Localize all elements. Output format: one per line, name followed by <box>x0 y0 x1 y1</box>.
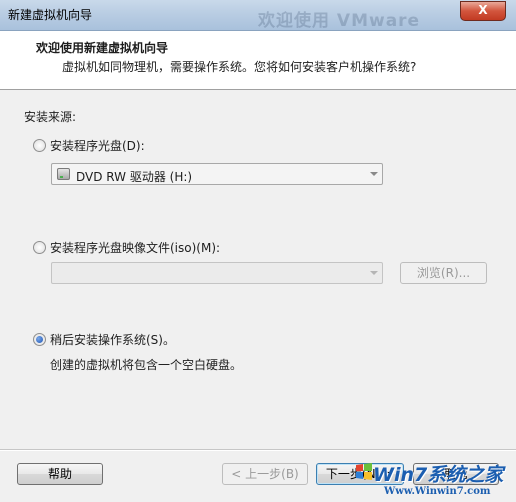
back-button[interactable]: < 上一步(B) <box>222 463 308 485</box>
background-window-title: 欢迎使用 VMware <box>258 11 421 31</box>
chevron-down-icon <box>370 271 378 275</box>
disc-drive-select[interactable]: DVD RW 驱动器 (H:) <box>51 163 383 185</box>
later-note: 创建的虚拟机将包含一个空白硬盘。 <box>50 358 243 372</box>
later-option-label[interactable]: 稍后安装操作系统(S)。 <box>50 331 175 348</box>
dvd-drive-icon <box>57 168 70 180</box>
page-subtitle: 虚拟机如同物理机，需要操作系统。您将如何安装客户机操作系统? <box>62 60 417 74</box>
title-bar[interactable]: 新建虚拟机向导 欢迎使用 VMware X <box>0 0 516 31</box>
browse-button[interactable]: 浏览(R)... <box>400 262 487 284</box>
wizard-header: 欢迎使用新建虚拟机向导 虚拟机如同物理机，需要操作系统。您将如何安装客户机操作系… <box>0 31 516 90</box>
iso-radio[interactable] <box>33 241 46 254</box>
help-button[interactable]: 帮助 <box>17 463 103 485</box>
watermark-url: Www.Winwin7.com <box>384 486 491 497</box>
disc-radio[interactable] <box>33 139 46 152</box>
close-icon: X <box>478 3 488 17</box>
iso-option-label[interactable]: 安装程序光盘映像文件(iso)(M): <box>50 239 220 256</box>
chevron-down-icon <box>370 172 378 176</box>
install-source-label: 安装来源: <box>24 110 77 124</box>
wizard-window: 新建虚拟机向导 欢迎使用 VMware X 欢迎使用新建虚拟机向导 虚拟机如同物… <box>0 0 516 502</box>
page-title: 欢迎使用新建虚拟机向导 <box>36 41 169 55</box>
iso-path-combo[interactable] <box>51 262 383 284</box>
footer-divider <box>0 449 516 451</box>
later-radio[interactable] <box>33 333 46 346</box>
watermark-brand: Win7系统之家 <box>373 464 504 486</box>
disc-option-label[interactable]: 安装程序光盘(D): <box>50 137 145 154</box>
disc-drive-value: DVD RW 驱动器 (H:) <box>76 170 193 184</box>
window-title: 新建虚拟机向导 <box>8 8 93 22</box>
close-button[interactable]: X <box>460 1 506 21</box>
